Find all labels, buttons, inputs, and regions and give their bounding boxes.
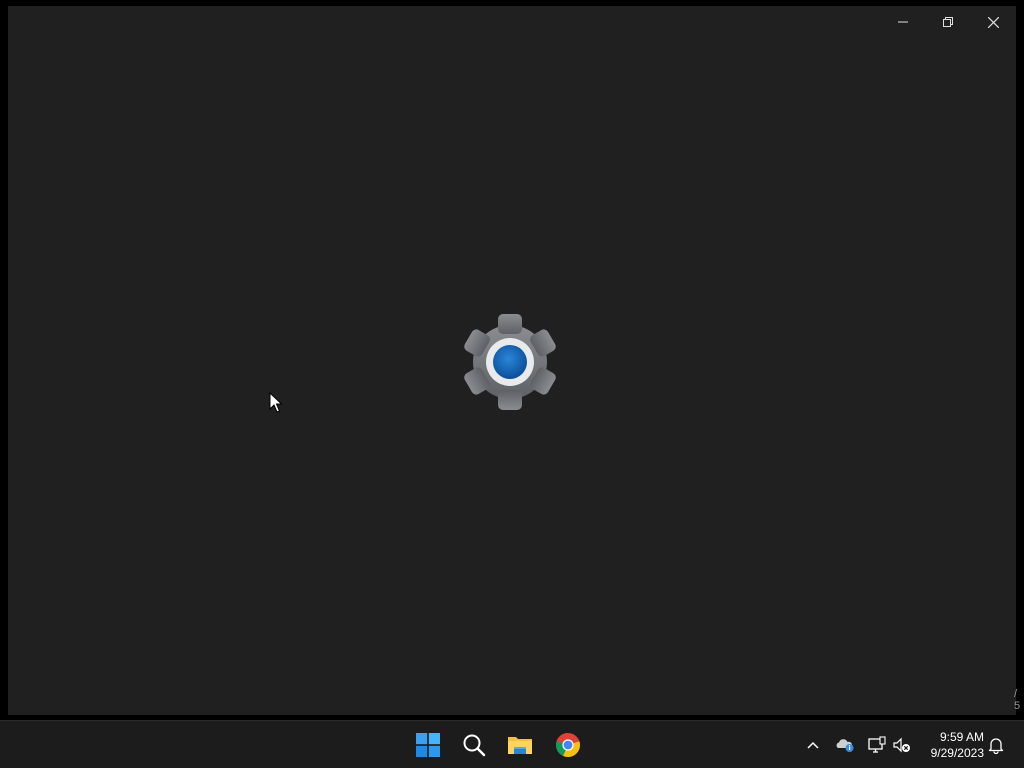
restore-button[interactable] (925, 6, 971, 38)
chrome-button[interactable] (550, 727, 586, 763)
onedrive-icon (836, 739, 854, 752)
folder-icon (508, 737, 532, 754)
network-tray-button[interactable] (865, 733, 889, 757)
bell-icon (988, 738, 1004, 754)
file-explorer-button[interactable] (502, 727, 538, 763)
edge-artifact: /5 (1014, 688, 1021, 712)
taskbar: 9:59 AM 9/29/2023 (0, 720, 1024, 768)
search-button[interactable] (456, 727, 492, 763)
close-button[interactable] (970, 6, 1016, 38)
close-icon (987, 16, 999, 28)
settings-window (8, 6, 1016, 715)
settings-gear-icon (464, 314, 556, 410)
mouse-cursor-icon (269, 392, 283, 413)
volume-tray-button[interactable] (890, 733, 914, 757)
search-icon (463, 734, 486, 757)
show-hidden-icons-button[interactable] (801, 733, 825, 757)
windows-logo-icon (416, 733, 440, 757)
chevron-up-icon (807, 741, 819, 749)
start-button[interactable] (410, 727, 446, 763)
chrome-icon (556, 733, 580, 757)
clock-date: 9/29/2023 (930, 746, 984, 760)
network-icon (868, 736, 886, 753)
notifications-button[interactable] (984, 733, 1008, 757)
desktop: /5 9:59 AM 9/29/2023 (0, 0, 1024, 768)
clock-time: 9:59 AM (939, 730, 984, 744)
onedrive-tray-button[interactable] (833, 733, 857, 757)
restore-icon (943, 17, 953, 27)
minimize-button[interactable] (880, 6, 926, 38)
clock[interactable]: 9:59 AM 9/29/2023 (918, 729, 984, 761)
minimize-icon (898, 21, 908, 23)
volume-muted-icon (893, 737, 910, 753)
